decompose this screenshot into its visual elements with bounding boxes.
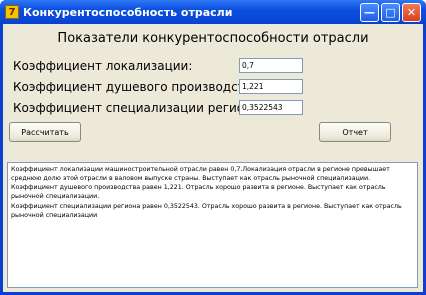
per-capita-field[interactable]: 1,221 (239, 79, 303, 94)
calculate-button[interactable]: Рассчитать (9, 122, 81, 142)
title-bar[interactable]: 7 Конкурентоспособность отрасли — □ ✕ (0, 0, 426, 24)
minimize-button[interactable]: — (360, 2, 379, 22)
maximize-button[interactable]: □ (381, 2, 400, 22)
localization-field[interactable]: 0,7 (239, 58, 303, 73)
memo-line: Коэффициент локализации машиностроительн… (11, 166, 390, 183)
localization-label: Коэффициент локализации: (13, 59, 193, 73)
report-button[interactable]: Отчет (319, 122, 391, 142)
page-title: Показатели конкурентоспособности отрасли (57, 31, 369, 46)
report-memo[interactable]: Коэффициент локализации машиностроительн… (7, 162, 418, 288)
specialization-label: Коэффициент специализации региона: (13, 101, 264, 115)
per-capita-label: Коэффициент душевого производства: (13, 80, 264, 94)
form-client-area: Показатели конкурентоспособности отрасли… (3, 24, 423, 292)
window-title: Конкурентоспособность отрасли (23, 5, 233, 19)
memo-line: Коэффициент душевого производства равен … (11, 184, 386, 201)
close-button[interactable]: ✕ (402, 2, 421, 22)
app-window: 7 Конкурентоспособность отрасли — □ ✕ По… (0, 0, 426, 295)
app-icon: 7 (5, 5, 19, 19)
close-icon: ✕ (406, 5, 417, 19)
maximize-icon: □ (385, 5, 396, 19)
minimize-icon: — (364, 5, 375, 19)
specialization-field[interactable]: 0,3522543 (239, 100, 303, 115)
memo-line: Коэффициент специализации региона равен … (11, 202, 402, 219)
